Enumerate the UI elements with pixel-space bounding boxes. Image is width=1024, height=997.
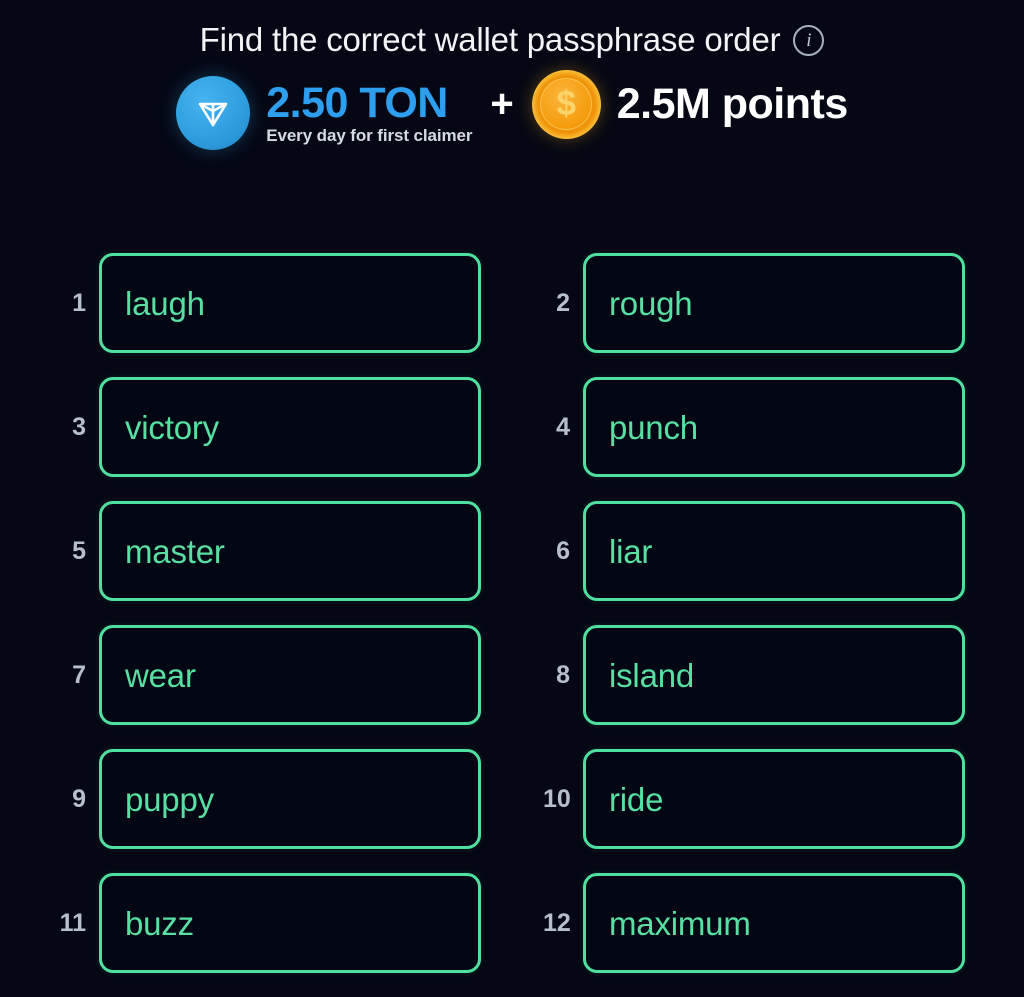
word-label: maximum — [609, 904, 751, 942]
word-index: 10 — [543, 784, 571, 813]
word-index: 2 — [556, 288, 570, 317]
word-cell: 6 liar — [543, 501, 965, 601]
word-label: punch — [609, 408, 698, 446]
plus-sign: + — [490, 82, 514, 126]
word-slot-8[interactable]: island — [583, 625, 965, 725]
word-label: victory — [125, 408, 219, 446]
header: Find the correct wallet passphrase order… — [0, 0, 1024, 56]
word-cell: 8 island — [543, 625, 965, 725]
word-slot-6[interactable]: liar — [583, 501, 965, 601]
reward-row: 2.50 TON Every day for first claimer + $… — [0, 68, 1024, 158]
word-index: 4 — [556, 412, 570, 441]
ton-subtitle: Every day for first claimer — [266, 126, 473, 146]
word-slot-7[interactable]: wear — [99, 625, 481, 725]
word-index: 8 — [556, 660, 570, 689]
word-index: 12 — [543, 908, 571, 937]
word-label: buzz — [125, 904, 194, 942]
word-cell: 5 master — [59, 501, 481, 601]
word-cell: 10 ride — [543, 749, 965, 849]
info-icon-glyph: i — [806, 30, 812, 51]
word-index: 1 — [72, 288, 86, 317]
ton-coin-icon — [176, 76, 251, 150]
word-index: 9 — [72, 784, 86, 813]
word-index: 6 — [556, 536, 570, 565]
word-index: 7 — [72, 660, 86, 689]
word-label: wear — [125, 656, 196, 694]
word-slot-2[interactable]: rough — [583, 253, 965, 353]
word-cell: 7 wear — [59, 625, 481, 725]
word-label: liar — [609, 532, 653, 570]
word-label: island — [609, 656, 695, 694]
word-label: rough — [609, 284, 693, 322]
info-circle-icon[interactable]: i — [793, 25, 825, 56]
word-cell: 11 buzz — [59, 873, 481, 973]
word-slot-9[interactable]: puppy — [99, 749, 481, 849]
word-slot-12[interactable]: maximum — [583, 873, 965, 973]
ton-amount: 2.50 TON — [266, 78, 448, 127]
word-cell: 3 victory — [59, 377, 481, 477]
points-amount: 2.5M points — [616, 79, 849, 128]
word-index: 11 — [59, 908, 86, 937]
word-cell: 4 punch — [543, 377, 965, 477]
word-slot-5[interactable]: master — [99, 501, 481, 601]
word-slot-3[interactable]: victory — [99, 377, 481, 477]
word-label: master — [125, 532, 225, 570]
word-cell: 1 laugh — [59, 253, 481, 353]
word-label: laugh — [125, 284, 205, 322]
word-slot-10[interactable]: ride — [583, 749, 965, 849]
word-index: 5 — [72, 536, 86, 565]
word-index: 3 — [72, 412, 86, 441]
word-cell: 12 maximum — [543, 873, 965, 973]
page-title: Find the correct wallet passphrase order — [199, 20, 781, 58]
dollar-sign-glyph: $ — [556, 83, 576, 123]
dollar-coin-inner: $ — [540, 78, 593, 130]
word-slot-1[interactable]: laugh — [99, 253, 481, 353]
word-label: ride — [609, 780, 664, 818]
word-cell: 2 rough — [543, 253, 965, 353]
word-slot-4[interactable]: punch — [583, 377, 965, 477]
dollar-coin-icon: $ — [531, 69, 601, 139]
passphrase-word-grid: 1 laugh 2 rough 3 victory 4 punch 5 mast… — [0, 253, 1024, 973]
passphrase-order-screen: Find the correct wallet passphrase order… — [0, 0, 1024, 997]
word-slot-11[interactable]: buzz — [99, 873, 481, 973]
ton-reward-text: 2.50 TON Every day for first claimer — [266, 78, 473, 147]
word-label: puppy — [125, 780, 214, 818]
word-cell: 9 puppy — [59, 749, 481, 849]
